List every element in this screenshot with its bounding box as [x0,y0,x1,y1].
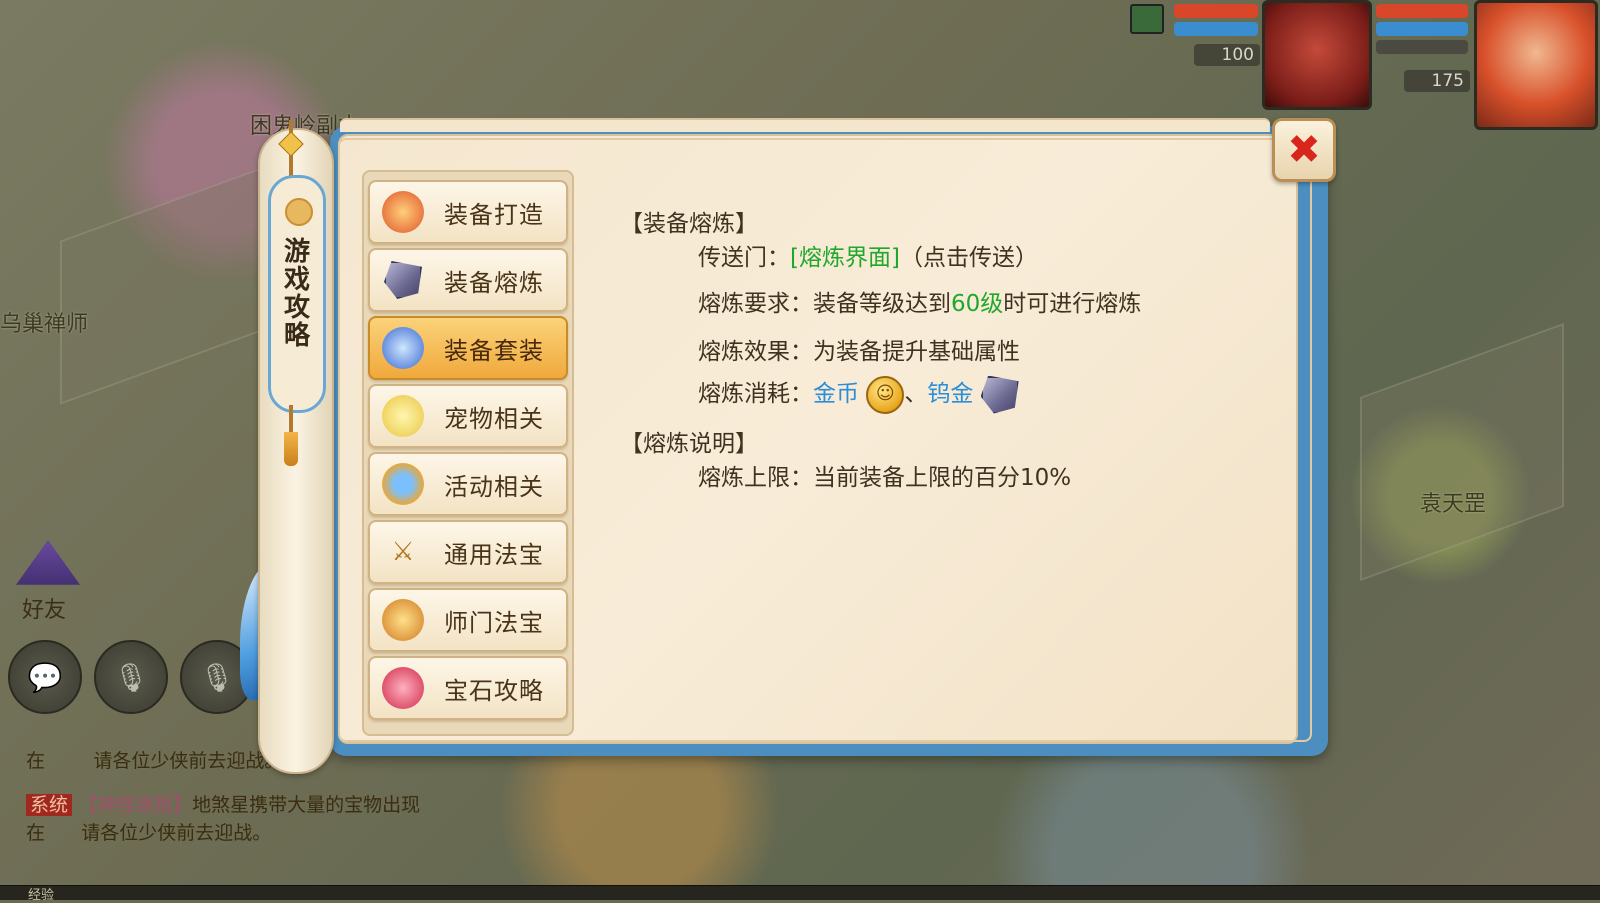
requirement-text: 装备等级达到 [813,291,951,317]
nav-item-label: 宠物相关 [444,404,544,433]
chat-message: 在 请各位少侠前去迎战。 [26,822,272,844]
cost-separator: 、 [904,381,928,407]
gold-coin-icon: ☺ [866,375,905,414]
scene-floor-tile [60,159,284,405]
npc-name-label[interactable]: 袁天罡 [1420,486,1486,518]
exp-label: 经验 [28,888,55,903]
chat-bubble-icon: 💬 [27,660,63,694]
nav-item-label: 宝石攻略 [444,676,544,705]
pet-hp-bar [1174,4,1258,18]
buff-icon[interactable] [1130,4,1164,34]
status-hud: 100 175 [1130,0,1600,130]
close-x-icon: ✖ [1287,127,1321,173]
section-title: 【装备熔炼】 [620,211,758,237]
player-portrait[interactable] [1474,0,1598,130]
guide-side-tab[interactable]: 游戏攻略 [268,175,326,413]
emblem-icon [285,198,313,226]
nav-item-label: 装备套装 [444,336,544,365]
system-tag: 系统 [26,794,73,816]
chat-link[interactable]: 【神怪速报】 [78,794,192,816]
portal-link[interactable]: [熔炼界面] [790,245,900,271]
requirement-level: 60级 [951,291,1004,317]
requirement-label: 熔炼要求： [698,291,813,317]
player-level: 175 [1404,70,1470,92]
crossed-swords-icon: ⚔ [391,537,415,567]
player-hp-bar [1376,4,1468,18]
chat-message: 系统 【神怪速报】地煞星携带大量的宝物出现 [26,790,420,817]
cost-label: 熔炼消耗： [698,381,813,407]
cost-item-tungsten: 钨金 [927,381,974,407]
activity-icon [382,463,424,505]
friend-button[interactable]: 好友 [6,540,92,626]
nav-item-label: 活动相关 [444,472,544,501]
effect-row: 熔炼效果：为装备提升基础属性 [698,332,1020,366]
nav-item-equipment-forge[interactable]: 装备打造 [368,180,568,244]
nav-item-label: 师门法宝 [444,608,544,637]
portal-row: 传送门：[熔炼界面]（点击传送） [698,238,1038,272]
tassel-tip-icon [284,432,298,466]
friend-label: 好友 [22,598,67,623]
nav-item-equipment-set[interactable]: 装备套装 [368,316,568,380]
nav-item-pet[interactable]: 宠物相关 [368,384,568,448]
player-mp-bar [1376,22,1468,36]
limit-text: 当前装备上限的百分10% [813,465,1072,491]
experience-bar: 经验 [0,885,1600,903]
nav-item-label: 通用法宝 [444,540,544,569]
chat-button[interactable]: 💬 [8,640,82,714]
nav-item-equipment-smelt[interactable]: 装备熔炼 [368,248,568,312]
pet-portrait[interactable] [1262,0,1372,110]
nav-item-sect-treasure[interactable]: 师门法宝 [368,588,568,652]
limit-label: 熔炼上限： [698,465,813,491]
nav-item-gem-guide[interactable]: 宝石攻略 [368,656,568,720]
cost-row: 熔炼消耗：金币 ☺ 、钨金 [698,374,1019,414]
pet-level: 100 [1194,44,1260,66]
tungsten-ore-icon [980,375,1019,414]
pet-icon [382,395,424,437]
effect-text: 为装备提升基础属性 [813,339,1020,365]
player-exp-bar [1376,40,1468,54]
bell-icon [382,599,424,641]
armor-set-icon [382,327,424,369]
portal-label: 传送门： [698,245,790,271]
portal-hint: （点击传送） [899,245,1038,271]
nav-item-activity[interactable]: 活动相关 [368,452,568,516]
forge-icon [382,191,424,233]
pet-mp-bar [1174,22,1258,36]
guide-side-tab-label: 游戏攻略 [283,237,310,351]
smelt-ore-icon [382,259,424,301]
requirement-row: 熔炼要求：装备等级达到60级时可进行熔炼 [698,284,1141,318]
effect-label: 熔炼效果： [698,339,813,365]
nav-item-label: 装备熔炼 [444,268,544,297]
nav-item-label: 装备打造 [444,200,544,229]
microphone-icon: 🎙 [199,660,235,694]
cost-item-gold: 金币 [813,381,859,407]
voice-button[interactable]: 🎙 [94,640,168,714]
paper-top-edge [340,118,1270,132]
nav-item-general-treasure[interactable]: ⚔ 通用法宝 [368,520,568,584]
section-title: 【熔炼说明】 [620,431,758,457]
requirement-text: 时可进行熔炼 [1003,291,1142,317]
gem-icon [382,667,424,709]
chat-message: 在 请各位少侠前去迎战。 [26,750,284,772]
microphone-icon: 🎙 [113,660,149,694]
limit-row: 熔炼上限：当前装备上限的百分10% [698,458,1071,492]
wizard-hat-icon [16,540,80,585]
npc-name-label[interactable]: 乌巢禅师 [0,306,88,338]
scene-floor-tile [1360,322,1564,582]
close-button[interactable]: ✖ [1272,118,1336,182]
